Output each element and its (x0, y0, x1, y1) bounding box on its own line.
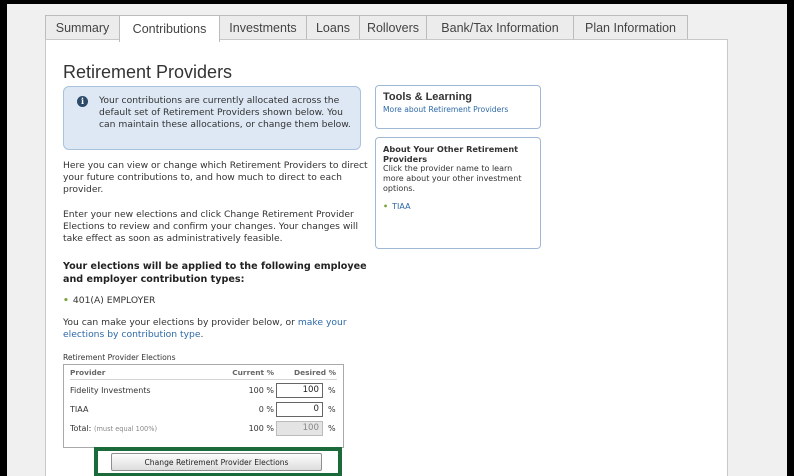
tab-summary[interactable]: Summary (45, 15, 120, 40)
elections-table: Provider Current % Desired % Fidelity In… (63, 364, 344, 448)
current-percent: 100 % (248, 386, 274, 395)
provider-note: You can make your elections by provider … (63, 317, 373, 341)
intro-paragraph: Here you can view or change which Retire… (63, 160, 368, 195)
more-about-providers-link[interactable]: More about Retirement Providers (383, 105, 533, 114)
bullet-icon: • (63, 295, 69, 306)
total-label-text: Total: (70, 424, 92, 433)
tab-investments[interactable]: Investments (219, 15, 307, 40)
provider-name: Fidelity Investments (70, 386, 151, 395)
percent-unit: % (328, 424, 336, 433)
total-note: (must equal 100%) (93, 425, 158, 433)
other-providers-text: Click the provider name to learn more ab… (383, 164, 522, 193)
total-current-percent: 100 % (248, 424, 274, 433)
tab-loans[interactable]: Loans (306, 15, 360, 40)
table-row: Fidelity Investments 100 % 100 % (64, 382, 343, 400)
other-providers-title: About Your Other Retirement Providers (383, 144, 519, 164)
provider-note-end: . (200, 329, 204, 340)
contribution-type-label: 401(A) EMPLOYER (72, 295, 156, 306)
tab-plan-information[interactable]: Plan Information (573, 15, 688, 40)
tab-contributions[interactable]: Contributions (119, 15, 220, 42)
header-provider: Provider (70, 368, 106, 377)
page-title: Retirement Providers (63, 62, 233, 82)
tiaa-link-label[interactable]: TIAA (392, 202, 410, 211)
percent-unit: % (328, 405, 336, 414)
current-percent: 0 % (258, 405, 274, 414)
table-row: TIAA 0 % 0 % (64, 401, 343, 419)
percent-unit: % (328, 386, 336, 395)
desired-percent-input[interactable]: 0 (276, 402, 323, 417)
info-message-text: Your contributions are currently allocat… (99, 95, 351, 130)
provider-name: TIAA (70, 405, 89, 414)
elections-caption: Retirement Provider Elections (63, 353, 176, 362)
instructions-paragraph: Enter your new elections and click Chang… (63, 209, 359, 244)
change-elections-button[interactable]: Change Retirement Provider Elections (111, 453, 322, 471)
contribution-type-item: • 401(A) EMPLOYER (63, 295, 373, 307)
total-desired-percent: 100 (276, 421, 323, 436)
tab-rollovers[interactable]: Rollovers (359, 15, 427, 40)
tab-bar: Summary Contributions Investments Loans … (45, 15, 688, 42)
info-icon: i (77, 96, 88, 107)
bullet-icon: • (383, 202, 389, 211)
tools-learning-title: Tools & Learning (383, 91, 473, 103)
contribution-types-heading: Your elections will be applied to the fo… (63, 261, 367, 285)
tools-learning-box: Tools & Learning More about Retirement P… (375, 85, 541, 129)
table-header: Provider Current % Desired % (64, 368, 343, 380)
total-label: Total: (must equal 100%) (70, 424, 157, 433)
tiaa-provider-link[interactable]: • TIAA (383, 202, 411, 211)
header-current: Current % (232, 368, 274, 377)
provider-note-text: You can make your elections by provider … (63, 317, 298, 328)
total-row: Total: (must equal 100%) 100 % 100 % (64, 420, 343, 438)
other-providers-box: About Your Other Retirement Providers Cl… (375, 137, 541, 249)
header-desired: Desired % (293, 368, 336, 377)
tab-bank-tax-information[interactable]: Bank/Tax Information (426, 15, 574, 40)
info-message-box: i Your contributions are currently alloc… (63, 86, 361, 150)
app-frame: Summary Contributions Investments Loans … (7, 4, 787, 476)
desired-percent-input[interactable]: 100 (276, 383, 323, 398)
